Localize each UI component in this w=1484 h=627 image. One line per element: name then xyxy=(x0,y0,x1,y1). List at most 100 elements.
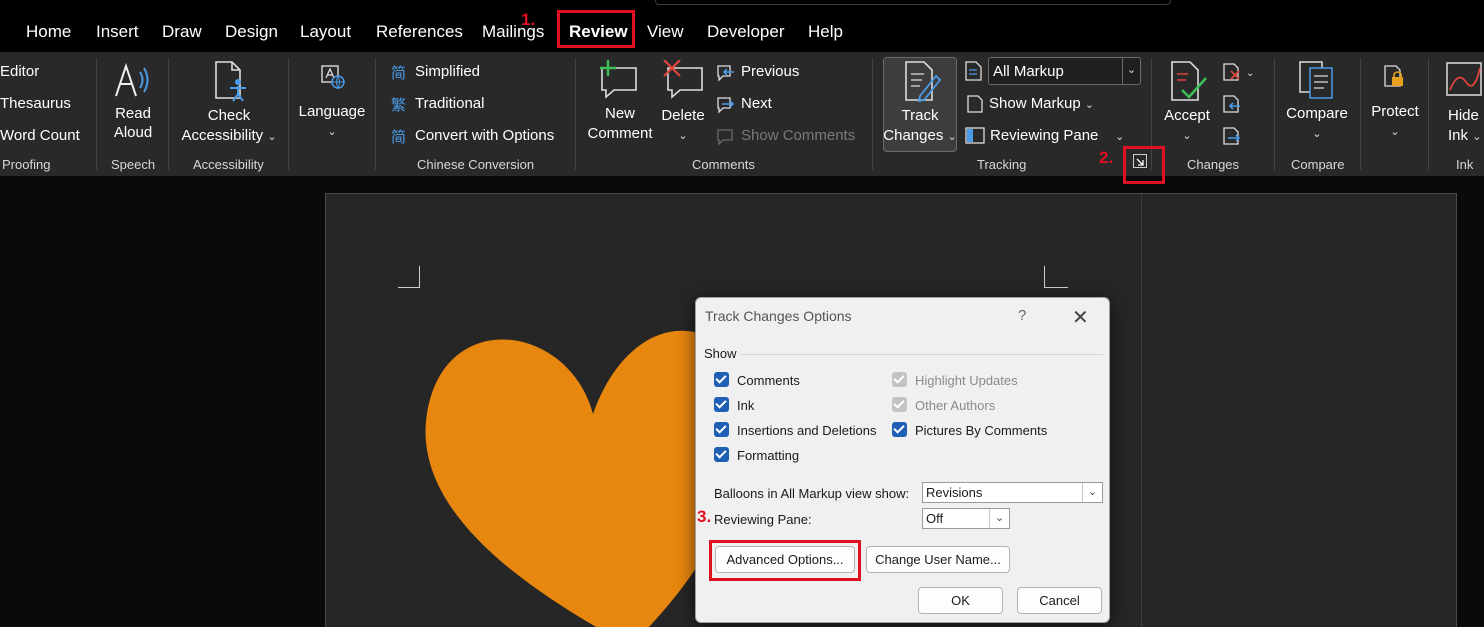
hide-ink-button[interactable]: Hide Ink ⌄ xyxy=(1448,106,1481,147)
read-aloud-label-2: Aloud xyxy=(113,124,153,141)
group-label-chinese-conversion: Chinese Conversion xyxy=(417,157,535,172)
change-user-name-button[interactable]: Change User Name... xyxy=(866,546,1010,573)
group-label-compare: Compare xyxy=(1291,157,1345,172)
ok-button[interactable]: OK xyxy=(918,587,1003,614)
read-aloud-label-1: Read xyxy=(115,105,151,122)
accept-label: Accept xyxy=(1164,107,1210,124)
tab-draw[interactable]: Draw xyxy=(162,22,202,42)
show-comments-button[interactable]: Show Comments xyxy=(741,127,855,144)
reviewing-pane-field-label: Reviewing Pane: xyxy=(714,512,812,527)
tab-help[interactable]: Help xyxy=(808,22,843,42)
title-search-box[interactable] xyxy=(655,0,1171,5)
traditional-button[interactable]: Traditional xyxy=(415,95,484,112)
annotation-label-1: 1. xyxy=(521,10,536,29)
annotation-label-3: 3. xyxy=(697,507,712,526)
next-change-icon[interactable] xyxy=(1222,126,1242,146)
editor-button[interactable]: Editor xyxy=(0,63,39,80)
show-markup-icon xyxy=(967,95,983,113)
tab-layout[interactable]: Layout xyxy=(300,22,351,42)
check-accessibility-button[interactable]: Check Accessibility ⌄ xyxy=(176,106,282,147)
next-button[interactable]: Next xyxy=(741,95,772,112)
accept-icon xyxy=(1171,61,1207,101)
group-label-tracking: Tracking xyxy=(977,157,1027,172)
new-comment-label-1: New xyxy=(604,105,635,122)
previous-change-icon[interactable] xyxy=(1222,94,1242,114)
comments-checkbox[interactable] xyxy=(714,372,729,387)
track-label-1: Track xyxy=(901,107,939,124)
balloons-select-value: Revisions xyxy=(926,485,983,500)
show-markup-button[interactable]: Show Markup ⌄ xyxy=(989,95,1094,112)
simplified-button[interactable]: Simplified xyxy=(415,63,480,80)
chevron-down-icon: ⌄ xyxy=(1312,128,1322,140)
tab-home[interactable]: Home xyxy=(26,22,71,42)
section-divider xyxy=(740,354,1103,355)
annotation-label-2: 2. xyxy=(1099,148,1114,167)
reviewing-pane-button[interactable]: Reviewing Pane ⌄ xyxy=(990,127,1124,144)
accept-button[interactable]: Accept ⌄ xyxy=(1160,106,1214,146)
group-separator xyxy=(1360,58,1361,170)
group-label-accessibility: Accessibility xyxy=(193,157,264,172)
check-label-1: Check xyxy=(207,107,251,124)
tab-developer[interactable]: Developer xyxy=(707,22,785,42)
group-separator xyxy=(288,58,289,170)
chevron-down-icon: ⌄ xyxy=(1082,483,1102,502)
hide-ink-label-2: Ink xyxy=(1448,127,1469,144)
svg-text:简: 简 xyxy=(391,128,406,146)
reject-icon[interactable]: ⌄ xyxy=(1222,62,1256,82)
compare-icon xyxy=(1299,61,1333,99)
tab-design[interactable]: Design xyxy=(225,22,278,42)
insertions-deletions-checkbox[interactable] xyxy=(714,422,729,437)
convert-with-options-button[interactable]: Convert with Options xyxy=(415,127,554,144)
formatting-checkbox[interactable] xyxy=(714,447,729,462)
chevron-down-icon: ⌄ xyxy=(1084,99,1095,111)
delete-label: Delete xyxy=(661,107,705,124)
previous-button[interactable]: Previous xyxy=(741,63,799,80)
annotation-box-dialog-launcher xyxy=(1123,146,1165,184)
delete-button[interactable]: Delete ⌄ xyxy=(656,106,710,146)
balloons-select[interactable]: Revisions ⌄ xyxy=(922,482,1103,503)
read-aloud-button[interactable]: Read Aloud xyxy=(104,104,162,142)
crop-mark-top-right xyxy=(1044,266,1068,288)
ink-checkbox[interactable] xyxy=(714,397,729,412)
group-separator xyxy=(575,58,576,170)
language-icon xyxy=(321,65,345,90)
group-separator xyxy=(168,58,169,170)
pictures-by-comments-checkbox-label: Pictures By Comments xyxy=(915,423,1048,438)
highlight-updates-checkbox[interactable] xyxy=(892,372,907,387)
new-comment-label-2: Comment xyxy=(587,125,653,142)
pictures-by-comments-checkbox[interactable] xyxy=(892,422,907,437)
comments-checkbox-label: Comments xyxy=(737,373,800,388)
close-icon[interactable]: ✕ xyxy=(1072,305,1089,330)
chevron-down-icon: ⌄ xyxy=(1390,126,1400,138)
word-count-button[interactable]: Word Count xyxy=(0,127,80,144)
protect-button[interactable]: Protect ⌄ xyxy=(1366,102,1424,142)
tab-view[interactable]: View xyxy=(647,22,684,42)
other-authors-checkbox[interactable] xyxy=(892,397,907,412)
thesaurus-button[interactable]: Thesaurus xyxy=(0,95,71,112)
cancel-button[interactable]: Cancel xyxy=(1017,587,1102,614)
group-label-proofing: Proofing xyxy=(2,157,51,172)
tab-references[interactable]: References xyxy=(376,22,463,42)
insertions-deletions-checkbox-label: Insertions and Deletions xyxy=(737,423,877,438)
balloons-label: Balloons in All Markup view show: xyxy=(714,486,910,501)
check-label-2: Accessibility xyxy=(181,127,264,144)
crop-mark-top-left xyxy=(398,266,420,288)
svg-text:繁: 繁 xyxy=(391,96,406,114)
tab-insert[interactable]: Insert xyxy=(96,22,139,42)
markup-display-icon xyxy=(965,61,982,81)
reviewing-pane-select[interactable]: Off ⌄ xyxy=(922,508,1010,529)
group-separator xyxy=(872,58,873,170)
other-authors-checkbox-label: Other Authors xyxy=(915,398,996,413)
group-separator xyxy=(375,58,376,170)
reviewing-pane-select-value: Off xyxy=(926,511,944,526)
show-section-label: Show xyxy=(704,346,737,361)
hide-ink-label-1: Hide xyxy=(1448,107,1479,124)
help-icon[interactable]: ? xyxy=(1018,307,1026,324)
previous-comment-icon xyxy=(717,65,734,82)
compare-button[interactable]: Compare ⌄ xyxy=(1282,104,1352,144)
track-changes-label: Track Changes ⌄ xyxy=(883,106,957,147)
markup-dropdown[interactable]: All Markup ⌄ xyxy=(988,57,1141,85)
language-button[interactable]: Language ⌄ xyxy=(296,102,368,142)
new-comment-button[interactable]: New Comment xyxy=(582,104,658,144)
svg-text:⌄: ⌄ xyxy=(1246,68,1254,79)
